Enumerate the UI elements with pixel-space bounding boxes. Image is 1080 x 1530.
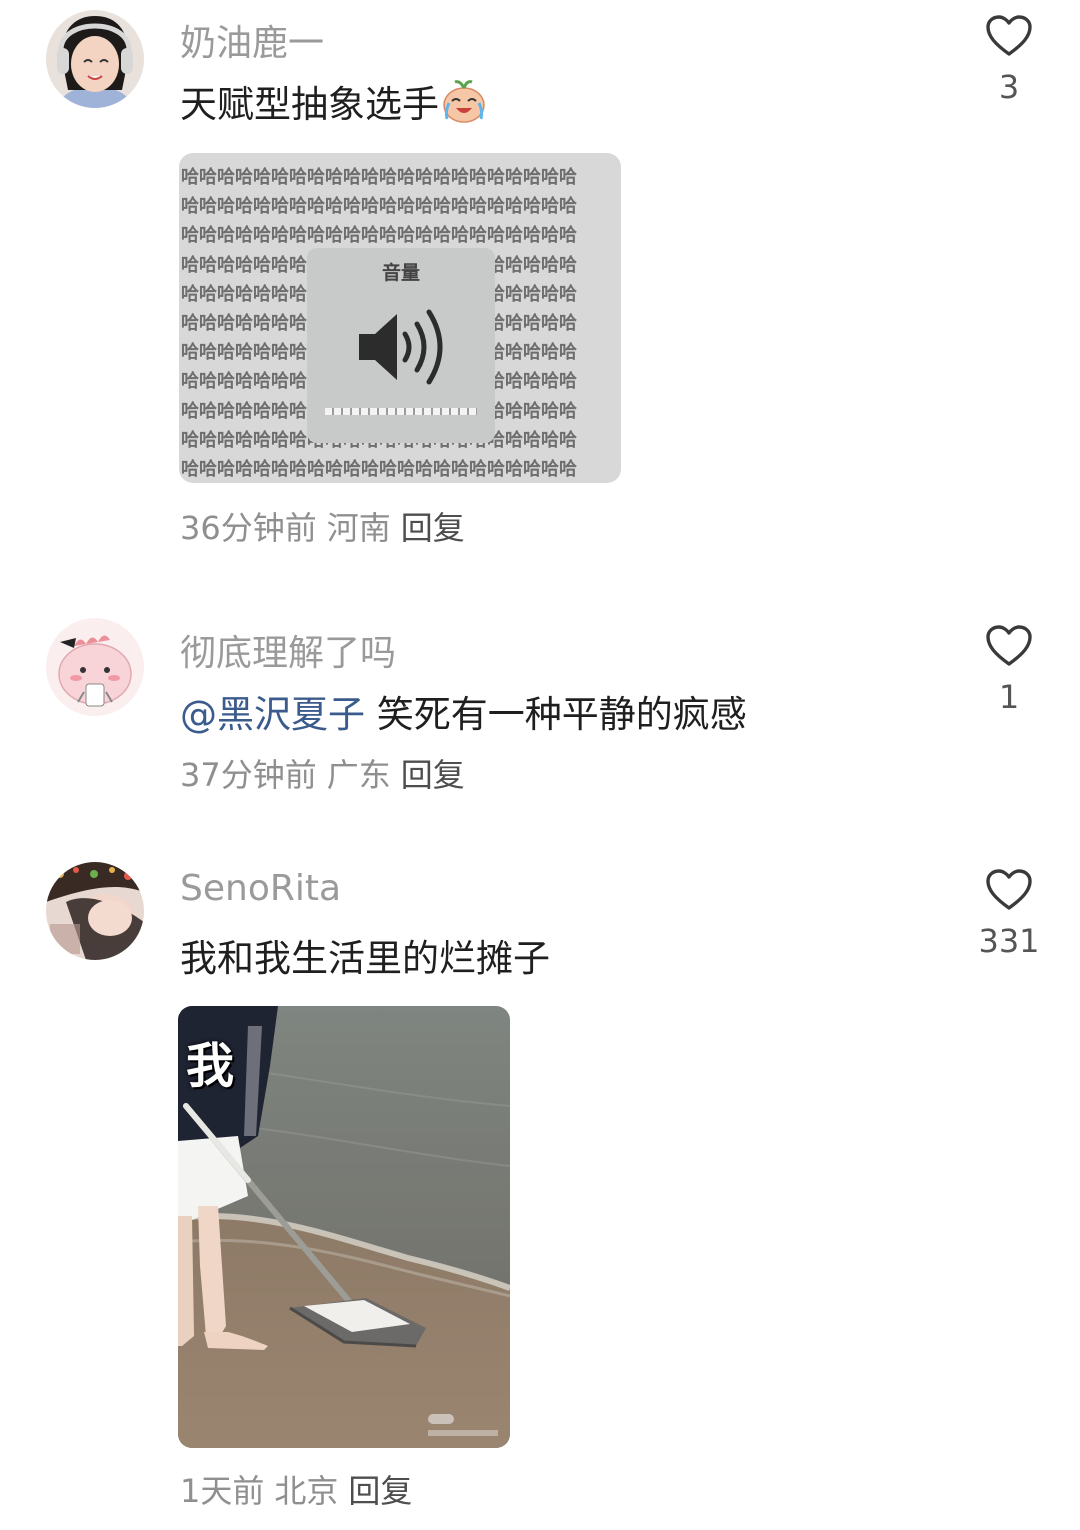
reply-button[interactable]: 回复 xyxy=(401,509,465,547)
volume-meme-image[interactable]: 哈哈哈哈哈哈哈哈哈哈哈哈哈哈哈哈哈哈哈哈哈哈 哈哈哈哈哈哈哈哈哈哈哈哈哈哈哈哈哈… xyxy=(179,153,621,483)
comment-username[interactable]: 彻底理解了吗 xyxy=(180,624,396,676)
comment-time: 36分钟前 xyxy=(180,509,317,547)
heart-icon xyxy=(986,625,1032,666)
meme-overlay-text: 我 xyxy=(186,1038,235,1094)
comment-meta: 36分钟前 河南 回复 xyxy=(180,503,475,549)
like-count: 331 xyxy=(978,922,1040,960)
comment-username[interactable]: SenoRita xyxy=(180,868,341,909)
avatar[interactable] xyxy=(46,10,144,108)
avatar[interactable] xyxy=(46,618,144,716)
like-count: 1 xyxy=(998,678,1020,716)
like-button[interactable]: 1 xyxy=(968,624,1050,716)
comment-username[interactable]: 奶油鹿一 xyxy=(180,14,324,66)
heart-icon xyxy=(986,15,1032,56)
reply-button[interactable]: 回复 xyxy=(401,756,465,794)
mention-link[interactable]: @黑沢夏子 xyxy=(180,693,365,736)
like-count: 3 xyxy=(998,68,1020,106)
comment-location: 河南 xyxy=(326,509,391,547)
comment-time: 1天前 xyxy=(180,1472,265,1510)
comment-location: 广东 xyxy=(326,756,391,794)
mop-beach-meme-image[interactable]: 我 xyxy=(178,1006,510,1448)
comment-text: 我和我生活里的烂摊子 xyxy=(180,937,550,980)
crying-laughing-face-icon xyxy=(441,79,487,132)
volume-title: 音量 xyxy=(381,262,420,284)
comment-meta: 1天前 北京 回复 xyxy=(180,1466,422,1512)
comment-time: 37分钟前 xyxy=(180,756,317,794)
volume-level-bar xyxy=(325,408,477,415)
avatar[interactable] xyxy=(46,862,144,960)
comment-meta: 37分钟前 广东 回复 xyxy=(180,750,475,796)
comment-location: 北京 xyxy=(274,1472,339,1510)
volume-overlay-panel: 音量 xyxy=(307,248,495,443)
comment-text: @黑沢夏子 笑死有一种平静的疯感 xyxy=(180,684,747,738)
like-button[interactable]: 331 xyxy=(968,868,1050,960)
comment-text: 天赋型抽象选手 xyxy=(180,74,487,132)
like-button[interactable]: 3 xyxy=(968,14,1050,106)
comment-body: 天赋型抽象选手 xyxy=(180,83,439,126)
comment-body: 笑死有一种平静的疯感 xyxy=(376,693,747,736)
heart-icon xyxy=(986,869,1032,910)
speaker-icon xyxy=(359,309,443,385)
reply-button[interactable]: 回复 xyxy=(348,1472,412,1510)
